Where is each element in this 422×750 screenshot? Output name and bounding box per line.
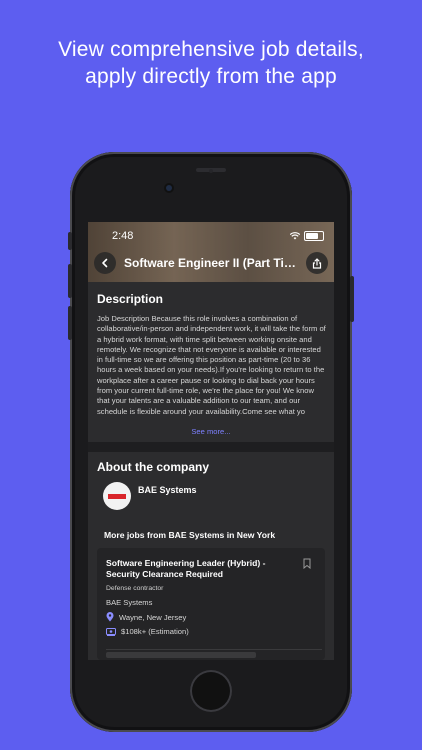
location-pin-icon xyxy=(106,612,114,622)
description-heading: Description xyxy=(97,292,164,306)
app-screen: 2:48 Software Engineer II (Part Time... xyxy=(88,222,334,660)
job-sector: Defense contractor xyxy=(106,585,164,592)
job-title[interactable]: Software Engineering Leader (Hybrid) - S… xyxy=(106,558,294,579)
power-button xyxy=(350,276,354,322)
see-more-link[interactable]: See more... xyxy=(88,427,334,436)
money-icon xyxy=(106,627,116,636)
section-divider xyxy=(88,442,334,452)
status-icons xyxy=(290,231,324,241)
volume-down-button xyxy=(68,306,72,340)
bae-logo-icon xyxy=(108,493,126,499)
about-heading: About the company xyxy=(97,460,210,474)
share-icon xyxy=(312,257,322,269)
headline-line-2: apply directly from the app xyxy=(85,65,337,88)
chevron-left-icon xyxy=(102,258,108,268)
page-title: Software Engineer II (Part Time... xyxy=(124,256,304,270)
company-name[interactable]: BAE Systems xyxy=(138,485,197,495)
job-location-text: Wayne, New Jersey xyxy=(119,612,187,622)
back-button[interactable] xyxy=(94,252,116,274)
bookmark-icon[interactable] xyxy=(303,558,311,569)
mute-switch xyxy=(68,232,72,250)
headline: View comprehensive job details, apply di… xyxy=(0,36,422,90)
home-button[interactable] xyxy=(190,670,232,712)
job-divider xyxy=(106,649,322,650)
share-button[interactable] xyxy=(306,252,328,274)
job-header: 2:48 Software Engineer II (Part Time... xyxy=(88,222,334,282)
job-company: BAE Systems xyxy=(106,598,153,607)
proximity-sensor xyxy=(209,169,213,173)
job-location: Wayne, New Jersey xyxy=(106,612,186,622)
phone-frame: 2:48 Software Engineer II (Part Time... xyxy=(68,152,354,732)
about-company-section: About the company BAE Systems More jobs … xyxy=(88,452,334,660)
next-job-peek xyxy=(106,652,256,658)
front-camera xyxy=(166,185,172,191)
description-section: Description Job Description Because this… xyxy=(88,282,334,442)
job-salary: $108k+ (Estimation) xyxy=(106,627,189,636)
company-logo[interactable] xyxy=(103,482,131,510)
description-body: Job Description Because this role involv… xyxy=(97,314,326,416)
headline-line-1: View comprehensive job details, xyxy=(58,38,364,61)
volume-up-button xyxy=(68,264,72,298)
job-card[interactable]: Software Engineering Leader (Hybrid) - S… xyxy=(97,548,325,660)
more-jobs-heading: More jobs from BAE Systems in New York xyxy=(104,530,276,540)
wifi-icon xyxy=(290,232,300,240)
status-time: 2:48 xyxy=(112,230,134,242)
battery-icon xyxy=(304,231,324,241)
job-salary-text: $108k+ (Estimation) xyxy=(121,627,189,636)
